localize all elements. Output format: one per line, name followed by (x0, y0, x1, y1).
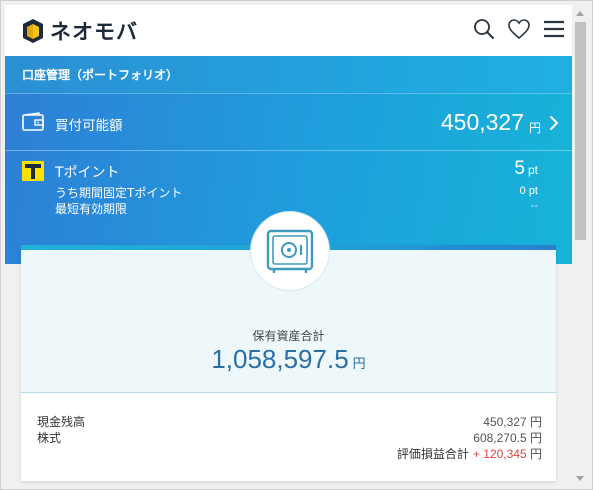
heart-icon[interactable] (507, 17, 531, 41)
tpoint-balance: 5 pt (514, 158, 538, 180)
chevron-right-icon (550, 116, 558, 130)
tpoint-expiry-label: 最短有効期限 (55, 202, 128, 216)
total-assets-label: 保有資産合計 (252, 329, 325, 343)
brand-logo[interactable]: ネオモバ (22, 16, 138, 46)
buying-power-row[interactable]: 買付可能額 450,327 円 (5, 94, 572, 151)
breakdown-row-cash: 現金残高 450,327 円 (37, 413, 542, 429)
tpoint-unit: pt (527, 163, 538, 177)
search-icon[interactable] (472, 17, 496, 41)
unrealized-gain: 評価損益合計 + 120,345 円 (397, 445, 542, 462)
tpoint-expiry-value: -- (530, 200, 538, 212)
app-window: ネオモバ 口座管理（ポートフォリオ） 買付可能額 450,327 円 Tポイント… (0, 0, 593, 490)
tpoint-value: 5 (514, 158, 525, 179)
header-actions (472, 17, 566, 41)
tpoint-icon (22, 161, 44, 181)
tpoint-label: Tポイント (55, 165, 120, 181)
scroll-up-arrow[interactable] (576, 11, 584, 16)
scroll-thumb[interactable] (575, 22, 586, 240)
brand-name: ネオモバ (50, 19, 138, 44)
app-header: ネオモバ (5, 5, 572, 56)
buying-power-label: 買付可能額 (55, 118, 123, 134)
section-title: 口座管理（ポートフォリオ） (22, 68, 179, 82)
total-assets-unit: 円 (352, 356, 366, 371)
vertical-scrollbar[interactable] (572, 5, 589, 487)
total-assets-amount: 1,058,597.5 円 (21, 344, 556, 375)
tpoint-fixed-label: うち期間固定Tポイント (55, 186, 183, 200)
unrealized-gain-label: 評価損益合計 (396, 447, 469, 461)
safe-icon-badge (250, 211, 330, 291)
safe-icon (266, 229, 314, 273)
menu-icon[interactable] (542, 17, 566, 41)
unrealized-gain-value: + 120,345 (472, 447, 527, 461)
total-assets-value: 1,058,597.5 (211, 344, 349, 374)
wallet-icon (22, 112, 44, 131)
buying-power-amount: 450,327 (440, 109, 524, 135)
buying-power-unit: 円 (528, 121, 541, 135)
breakdown-row-gain: 評価損益合計 + 120,345 円 (37, 445, 542, 461)
breakdown-row-stocks: 株式 608,270.5 円 (37, 429, 542, 445)
tpoint-fixed-value: 0 pt (519, 185, 538, 197)
scroll-down-arrow[interactable] (576, 476, 584, 481)
neomoba-logo-icon (23, 18, 43, 43)
cash-balance-value: 450,327 円 (483, 415, 542, 429)
stocks-label: 株式 (37, 431, 62, 445)
unrealized-gain-unit: 円 (529, 447, 542, 461)
asset-breakdown: 現金残高 450,327 円 株式 608,270.5 円 評価損益合計 + 12… (37, 413, 542, 461)
cash-balance-label: 現金残高 (37, 415, 86, 429)
section-title-bar: 口座管理（ポートフォリオ） (5, 56, 572, 94)
stocks-value: 608,270.5 円 (473, 431, 542, 445)
